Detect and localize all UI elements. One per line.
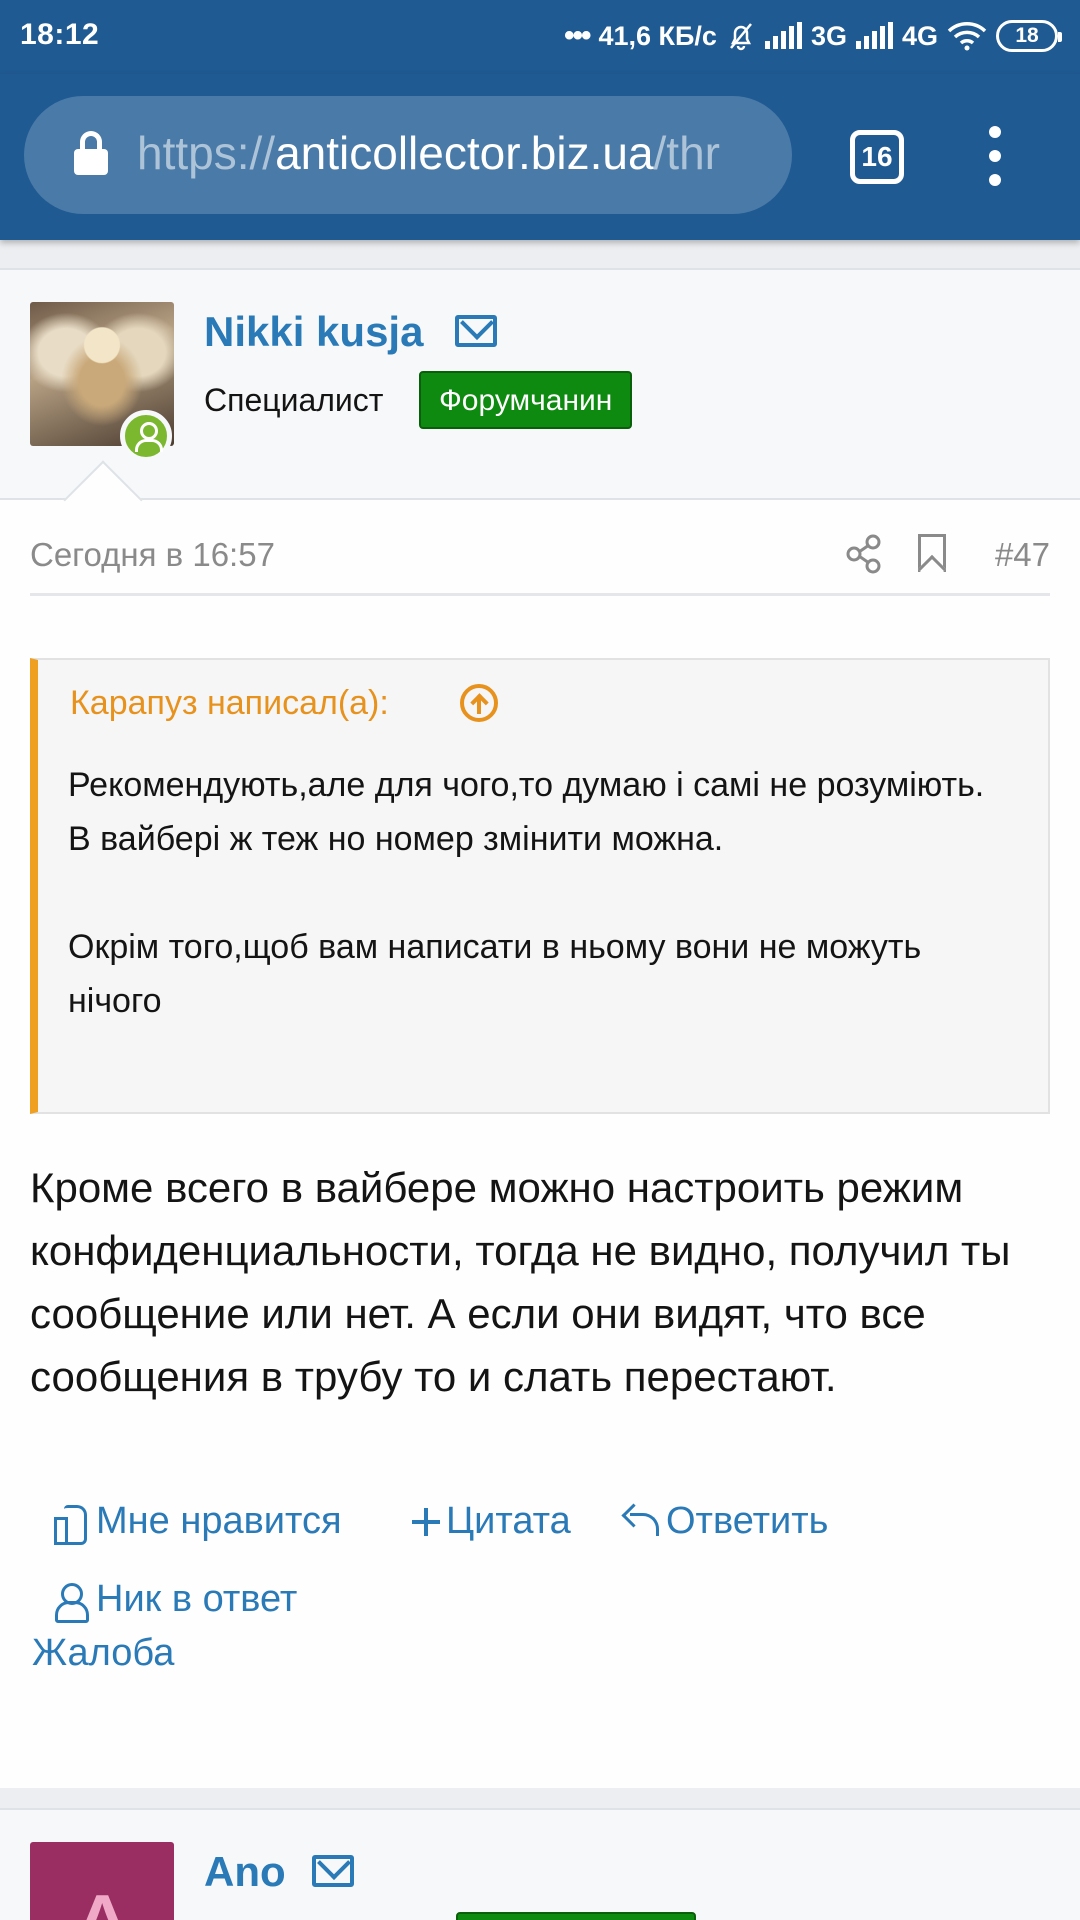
quote-line: Рекомендують,але для чого,то думаю і сам…: [68, 766, 985, 804]
avatar-letter: A: [30, 1870, 174, 1920]
username[interactable]: Ano: [204, 1848, 286, 1896]
user-badge: [456, 1912, 696, 1920]
network-type-4g: 4G: [901, 20, 938, 51]
alarm-off-icon: [729, 23, 752, 51]
quote-line: В вайбері ж теж но номер змінити можна.: [68, 820, 724, 858]
avatar[interactable]: A: [30, 1842, 174, 1920]
mention-label: Ник в ответ: [96, 1578, 298, 1620]
more-notifications-icon: •••: [563, 19, 591, 52]
thumbs-up-icon: [52, 1503, 88, 1545]
like-button[interactable]: Мне нравится: [52, 1500, 342, 1545]
plus-icon: [408, 1503, 440, 1541]
status-icons: ••• 41,6 КБ/с 3G 4G 18: [563, 16, 1062, 56]
post-number[interactable]: #47: [995, 536, 1050, 574]
lock-icon: [74, 131, 108, 175]
battery-level: 18: [1015, 24, 1039, 47]
arrow-up-circle-icon[interactable]: [460, 684, 498, 722]
next-post-header: A Ano: [0, 1808, 1080, 1920]
quote-button[interactable]: Цитата: [408, 1500, 571, 1543]
reply-icon: [622, 1503, 659, 1541]
share-icon[interactable]: [844, 534, 884, 574]
user-badge: Форумчанин: [419, 371, 633, 429]
message-envelope-icon[interactable]: [455, 315, 497, 347]
quote-block: Карапуз написал(а): Рекомендують,але для…: [30, 658, 1050, 1114]
url-text[interactable]: https://anticollector.biz.ua/thr: [137, 126, 787, 180]
online-status-icon: [120, 410, 172, 462]
wifi-icon: [947, 22, 987, 51]
reply-label: Ответить: [666, 1500, 829, 1542]
quote-line: [68, 866, 1008, 920]
like-label: Мне нравится: [96, 1500, 342, 1542]
bookmark-icon[interactable]: [918, 534, 946, 572]
network-speed: 41,6 КБ/с: [598, 20, 717, 51]
clock: 18:12: [20, 18, 100, 51]
signal-icon: [764, 22, 802, 49]
mention-button[interactable]: Ник в ответ: [52, 1578, 298, 1623]
username[interactable]: Nikki kusja: [204, 308, 423, 356]
post-user-header: Nikki kusja Специалист Форумчанин: [0, 270, 1080, 500]
browser-toolbar: https://anticollector.biz.ua/thr 16: [0, 74, 1080, 240]
quote-line: Окрім того,щоб вам написати в ньому вони…: [68, 928, 922, 1020]
forum-post: Nikki kusja Специалист Форумчанин Сегодн…: [0, 268, 1080, 1788]
post-message: Кроме всего в вайбере можно настроить ре…: [30, 1164, 1011, 1400]
post-date[interactable]: Сегодня в 16:57: [30, 536, 275, 574]
tab-switcher-button[interactable]: 16: [850, 130, 904, 184]
network-type-3g: 3G: [810, 20, 847, 51]
reply-button[interactable]: Ответить: [622, 1500, 828, 1543]
signal-icon: [855, 22, 893, 49]
report-link[interactable]: Жалоба: [32, 1632, 174, 1675]
quote-text: Рекомендують,але для чого,то думаю і сам…: [68, 758, 1008, 1028]
message-envelope-icon[interactable]: [312, 1855, 354, 1887]
quote-label: Цитата: [446, 1500, 571, 1542]
user-title: Специалист: [204, 382, 384, 418]
post-meta: Сегодня в 16:57 #47: [30, 524, 1050, 596]
battery-icon: 18: [996, 20, 1062, 52]
overflow-menu-icon[interactable]: [980, 126, 1010, 186]
address-bar[interactable]: https://anticollector.biz.ua/thr: [24, 96, 792, 214]
quote-author[interactable]: Карапуз написал(а):: [70, 684, 389, 723]
user-icon: [52, 1581, 89, 1623]
status-bar: 18:12 ••• 41,6 КБ/с 3G 4G 18: [0, 0, 1080, 74]
